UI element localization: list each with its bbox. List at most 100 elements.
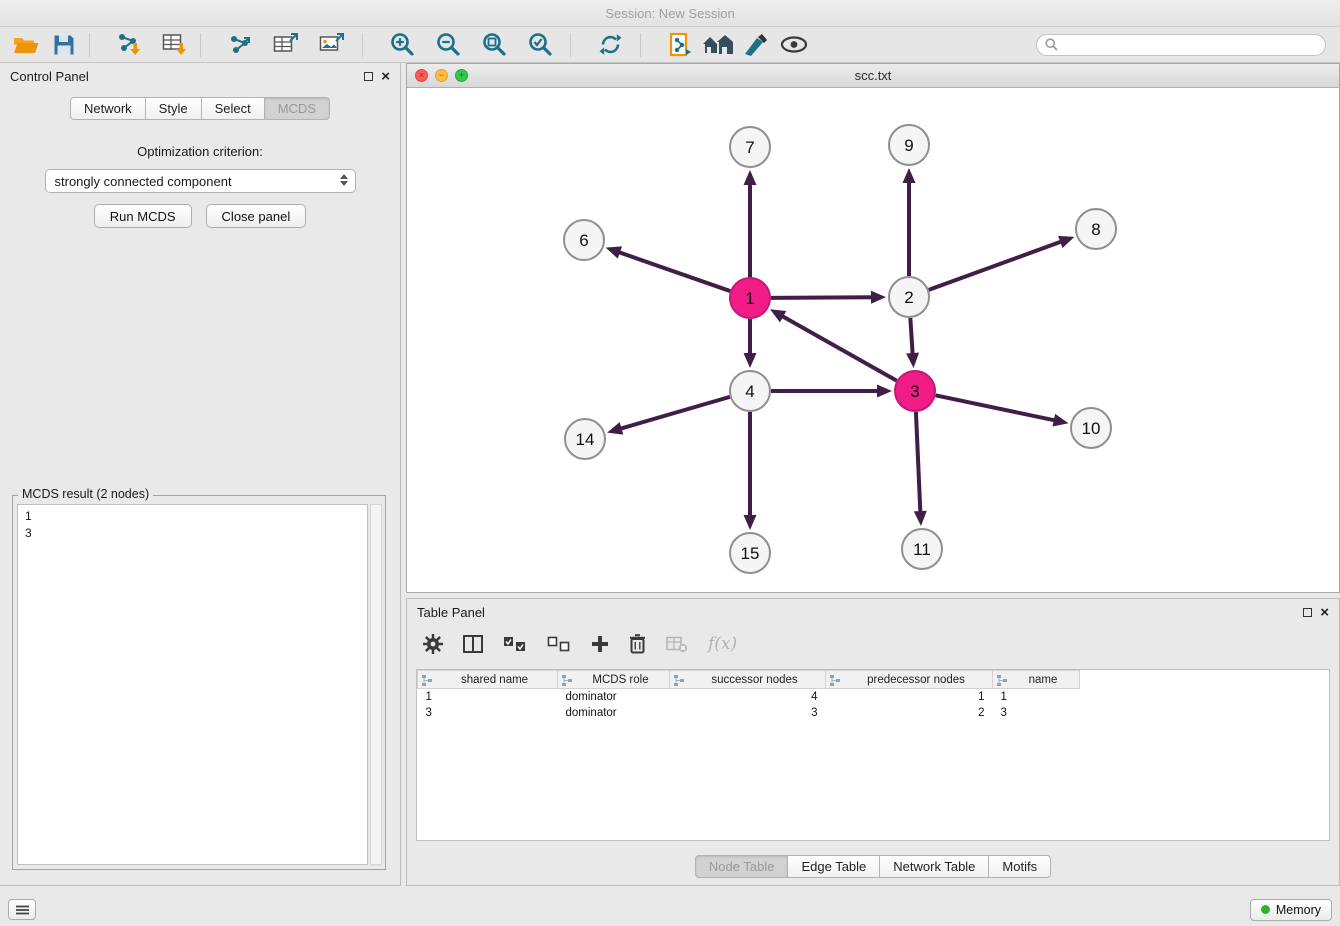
optimization-label: Optimization criterion: — [0, 144, 400, 159]
column-header-predecessor-nodes[interactable]: predecessor nodes — [826, 671, 993, 689]
export-network-icon[interactable] — [224, 30, 256, 60]
graph-edge-1-2[interactable] — [771, 297, 873, 298]
column-header-MCDS-role[interactable]: MCDS role — [558, 671, 670, 689]
close-panel-button[interactable]: Close panel — [206, 204, 307, 228]
graph-node-label-10: 10 — [1082, 419, 1101, 438]
table-cell[interactable]: 2 — [826, 705, 993, 721]
graph-node-label-2: 2 — [904, 288, 913, 307]
control-panel-tabs: NetworkStyleSelectMCDS — [0, 97, 400, 120]
graph-edge-1-6[interactable] — [618, 252, 730, 291]
table-cell[interactable]: dominator — [558, 689, 670, 705]
run-mcds-button[interactable]: Run MCDS — [94, 204, 192, 228]
table-cell[interactable]: 3 — [418, 705, 558, 721]
graph-edge-arrowhead — [607, 422, 623, 434]
table-cell[interactable]: 3 — [670, 705, 826, 721]
open-folder-icon[interactable] — [10, 30, 42, 60]
network-graph[interactable]: 7968124314101511 — [407, 88, 1339, 592]
style-brush-icon[interactable] — [740, 30, 772, 60]
graph-edge-arrowhead — [1058, 236, 1074, 248]
table-row[interactable]: 3dominator323 — [418, 705, 1080, 721]
graph-edge-3-1[interactable] — [781, 316, 896, 381]
zoom-out-icon[interactable] — [432, 30, 464, 60]
select-all-icon[interactable] — [503, 636, 527, 653]
toolbar-separator — [89, 33, 90, 57]
node-table: shared nameMCDS rolesuccessor nodesprede… — [416, 669, 1330, 841]
window-minimize-icon[interactable]: − — [435, 69, 448, 82]
import-network-icon[interactable] — [113, 30, 145, 60]
window-zoom-icon[interactable]: + — [455, 69, 468, 82]
window-titlebar[interactable]: Session: New Session — [0, 0, 1340, 27]
tab-select[interactable]: Select — [201, 97, 265, 120]
import-table-icon[interactable] — [159, 30, 191, 60]
window-close-icon[interactable]: × — [415, 69, 428, 82]
home-layouts-icon[interactable] — [702, 30, 734, 60]
graph-edge-3-11[interactable] — [916, 412, 920, 513]
tab-network[interactable]: Network — [70, 97, 146, 120]
column-header-name[interactable]: name — [993, 671, 1080, 689]
graph-edge-4-14[interactable] — [620, 397, 730, 429]
graph-edge-2-8[interactable] — [929, 241, 1062, 290]
table-cell[interactable]: 1 — [993, 689, 1080, 705]
search-input[interactable] — [1063, 38, 1317, 52]
eye-icon[interactable] — [778, 30, 810, 60]
graph-edge-2-3[interactable] — [910, 318, 912, 355]
control-panel: Control Panel × NetworkStyleSelectMCDS O… — [0, 63, 401, 886]
zoom-fit-icon[interactable] — [478, 30, 510, 60]
add-column-icon[interactable] — [591, 635, 609, 653]
optimization-dropdown[interactable]: strongly connected component — [45, 169, 356, 193]
float-table-panel-icon[interactable] — [1303, 608, 1312, 617]
table-toolbar: f(x) — [407, 627, 1339, 661]
tab-mcds[interactable]: MCDS — [264, 97, 330, 120]
delete-column-trash-icon[interactable] — [629, 634, 646, 654]
export-image-icon[interactable] — [316, 30, 348, 60]
show-columns-icon[interactable] — [463, 635, 483, 653]
menu-button[interactable] — [8, 899, 36, 920]
column-header-successor-nodes[interactable]: successor nodes — [670, 671, 826, 689]
tab-motifs[interactable]: Motifs — [988, 855, 1051, 878]
mcds-result-label: MCDS result (2 nodes) — [18, 487, 153, 501]
clipboard-network-icon[interactable] — [664, 30, 696, 60]
memory-status-icon — [1261, 905, 1270, 914]
table-cell[interactable]: 1 — [826, 689, 993, 705]
export-table-icon[interactable] — [270, 30, 302, 60]
list-icon — [16, 905, 29, 915]
search-box — [1036, 34, 1326, 56]
mcds-result-list[interactable]: 13 — [17, 504, 368, 865]
tab-style[interactable]: Style — [145, 97, 202, 120]
table-row[interactable]: 1dominator411 — [418, 689, 1080, 705]
status-bar: Memory — [0, 893, 1340, 926]
close-panel-icon[interactable]: × — [381, 69, 390, 84]
tab-node-table[interactable]: Node Table — [695, 855, 789, 878]
zoom-in-icon[interactable] — [386, 30, 418, 60]
save-session-icon[interactable] — [48, 30, 80, 60]
mcds-result-scrollbar[interactable] — [370, 504, 382, 865]
zoom-selected-icon[interactable] — [524, 30, 556, 60]
graph-node-label-6: 6 — [579, 231, 588, 250]
graph-edge-arrowhead — [744, 353, 757, 368]
window-title: Session: New Session — [605, 6, 734, 21]
network-window-title: scc.txt — [407, 68, 1339, 83]
graph-edge-arrowhead — [903, 168, 916, 183]
table-cell[interactable]: 1 — [418, 689, 558, 705]
graph-node-label-9: 9 — [904, 136, 913, 155]
tab-edge-table[interactable]: Edge Table — [787, 855, 880, 878]
graph-edge-arrowhead — [914, 511, 927, 526]
network-window-titlebar[interactable]: × − + scc.txt — [407, 64, 1339, 88]
table-cell[interactable]: 4 — [670, 689, 826, 705]
column-header-shared-name[interactable]: shared name — [418, 671, 558, 689]
deselect-all-icon[interactable] — [547, 636, 571, 653]
table-settings-gear-icon[interactable] — [423, 634, 443, 654]
graph-edge-arrowhead — [906, 353, 919, 368]
table-cell[interactable]: dominator — [558, 705, 670, 721]
refresh-layout-icon[interactable] — [594, 30, 626, 60]
tab-network-table[interactable]: Network Table — [879, 855, 989, 878]
float-panel-icon[interactable] — [364, 72, 373, 81]
graph-node-label-1: 1 — [745, 289, 754, 308]
network-canvas[interactable]: 7968124314101511 — [407, 88, 1339, 592]
memory-button[interactable]: Memory — [1250, 899, 1332, 921]
mcds-result-box: MCDS result (2 nodes) 13 — [12, 495, 386, 870]
close-table-panel-icon[interactable]: × — [1320, 605, 1329, 620]
graph-edge-3-10[interactable] — [936, 395, 1056, 420]
table-cell[interactable]: 3 — [993, 705, 1080, 721]
delete-table-icon — [666, 636, 688, 653]
